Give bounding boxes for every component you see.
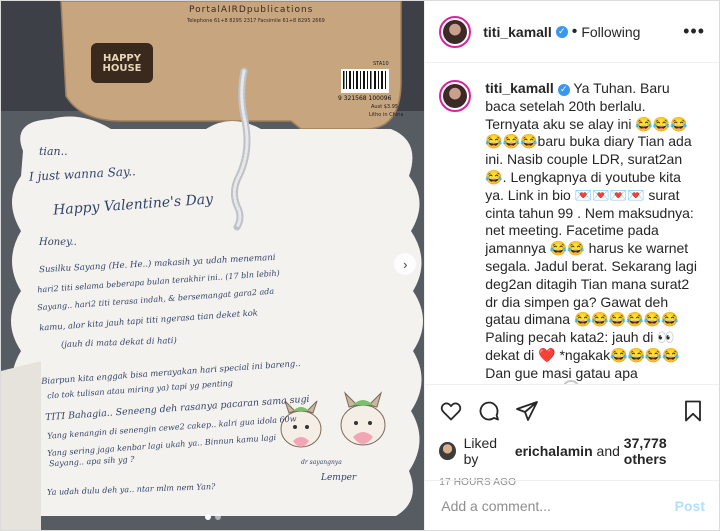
post-photo[interactable]: PortalAIRDpublications Telephone 61+8 82… bbox=[1, 1, 425, 530]
publisher-text: PortalAIRDpublications bbox=[189, 5, 314, 15]
liker-username[interactable]: erichalamin bbox=[515, 443, 593, 459]
more-options-icon[interactable]: ••• bbox=[683, 21, 705, 42]
caption-username[interactable]: titi_kamall bbox=[485, 80, 553, 96]
liker-avatar[interactable] bbox=[439, 442, 456, 460]
carousel-dots bbox=[1, 514, 424, 520]
heart-icon[interactable] bbox=[439, 399, 463, 423]
barcode-number: 9 321568 100096 bbox=[338, 95, 392, 102]
likes-middle: and bbox=[596, 443, 620, 459]
carousel-dot-active bbox=[204, 514, 211, 520]
caption-avatar[interactable] bbox=[439, 80, 472, 112]
price-label: Aust $3.95 bbox=[371, 104, 399, 110]
likes-count[interactable]: 37,778 others bbox=[624, 435, 705, 467]
post-header: titi_kamall ✓ • Following ••• bbox=[425, 1, 719, 63]
header-separator: • bbox=[571, 22, 578, 40]
chevron-right-icon: › bbox=[403, 256, 408, 272]
verified-badge-icon: ✓ bbox=[557, 83, 570, 96]
caption: titi_kamall ✓ Ya Tuhan. Baru baca setelah… bbox=[439, 80, 705, 384]
post-sidebar: titi_kamall ✓ • Following ••• titi_kamal… bbox=[424, 1, 719, 530]
share-icon[interactable] bbox=[515, 399, 539, 423]
instagram-post: PortalAIRDpublications Telephone 61+8 82… bbox=[0, 0, 720, 531]
sticker-caption: dr sayangnya bbox=[301, 459, 342, 466]
letter-line: Honey.. bbox=[39, 237, 77, 248]
comments-section: titi_kamall ✓ Ya Tuhan. Baru baca setelah… bbox=[425, 64, 719, 384]
sku-label: STA10 bbox=[373, 61, 389, 67]
likes-prefix: Liked by bbox=[463, 435, 498, 467]
caption-body: Ya Tuhan. Baru baca setelah 20th berlalu… bbox=[485, 80, 697, 384]
post-comment-button[interactable]: Post bbox=[675, 498, 705, 514]
verified-badge-icon: ✓ bbox=[555, 25, 568, 38]
bookmark-icon[interactable] bbox=[681, 399, 705, 423]
origin-label: Litho in China bbox=[369, 112, 404, 118]
avatar[interactable] bbox=[439, 15, 472, 48]
header-username[interactable]: titi_kamall bbox=[483, 24, 551, 40]
following-button[interactable]: Following bbox=[581, 24, 640, 40]
comment-input[interactable] bbox=[439, 496, 675, 515]
caption-text: titi_kamall ✓ Ya Tuhan. Baru baca setelah… bbox=[485, 80, 700, 384]
publisher-contact: Telephone 61+8 8295 2317 Facsimile 61+8 … bbox=[187, 18, 325, 24]
carousel-dot bbox=[214, 514, 221, 520]
happy-house-logo: HAPPY HOUSE bbox=[102, 53, 142, 74]
likes-line: Liked by erichalamin and 37,778 others bbox=[439, 435, 705, 467]
add-comment-bar: Post bbox=[425, 480, 719, 530]
letter-line: tian.. bbox=[39, 145, 68, 158]
letter-line: Lemper bbox=[321, 473, 357, 483]
post-actions: Liked by erichalamin and 37,778 others 1… bbox=[425, 384, 719, 488]
comment-icon[interactable] bbox=[477, 399, 501, 423]
